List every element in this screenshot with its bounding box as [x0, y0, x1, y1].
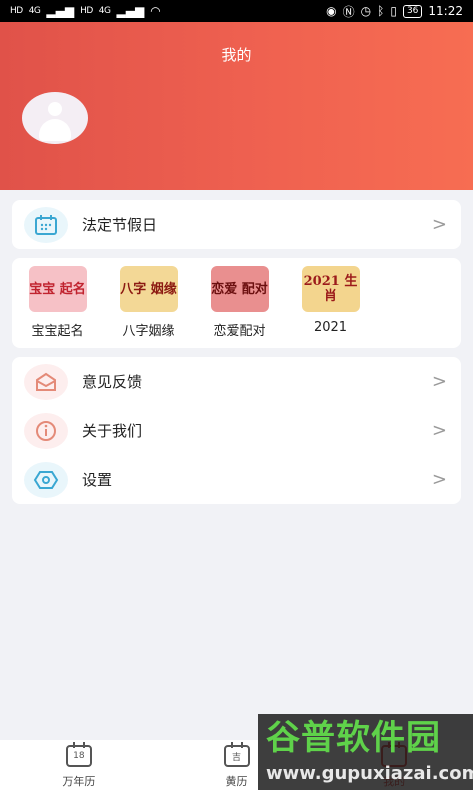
sim1-indicator: HD — [10, 6, 23, 16]
watermark: 谷普软件园 www.gupuxiazai.com — [258, 714, 473, 790]
battery-icon: 36 — [402, 4, 423, 18]
status-bar: HD 4G ▂▄▆ HD 4G ▂▄▆ ◠ ◉ Ⓝ ◷ ᛒ ▯ 36 11:22 — [0, 0, 473, 22]
calendar-tab-icon: 18 — [65, 742, 92, 767]
signal-icon: ▂▄▆ — [46, 4, 75, 18]
baby-naming-image: 宝宝 起名 — [28, 266, 87, 312]
menu-item-feedback[interactable]: 意见反馈 > — [12, 357, 461, 406]
chevron-right-icon: > — [431, 420, 447, 441]
nfc-icon: Ⓝ — [342, 4, 355, 19]
avatar-body-icon — [39, 119, 71, 141]
signal-icon: ▂▄▆ — [116, 4, 145, 18]
wifi-icon: ◠ — [150, 4, 161, 18]
tab-calendar[interactable]: 18 万年历 — [0, 740, 158, 790]
menu-item-about[interactable]: 关于我们 > — [12, 406, 461, 455]
holiday-card: 法定节假日 > — [12, 200, 461, 249]
bazi-marriage-image: 八字 姻缘 — [119, 266, 178, 312]
feature-bazi-marriage[interactable]: 八字 姻缘 八字姻缘 — [103, 266, 194, 348]
network-type-1: 4G — [28, 6, 41, 16]
mail-icon — [24, 363, 68, 400]
chevron-right-icon: > — [431, 469, 447, 490]
feature-grid: 宝宝 起名 宝宝起名 八字 姻缘 八字姻缘 恋爱 配对 恋爱配对 2021 生肖… — [12, 258, 461, 348]
avatar[interactable] — [22, 92, 88, 144]
sim2-indicator: HD — [80, 6, 93, 16]
holiday-label: 法定节假日 — [82, 216, 158, 234]
chevron-right-icon: > — [431, 371, 447, 392]
chevron-right-icon: > — [431, 214, 447, 235]
tab-label: 万年历 — [62, 775, 96, 788]
calendar-icon — [24, 206, 68, 243]
settings-icon — [24, 461, 68, 498]
menu-item-label: 意见反馈 — [82, 373, 143, 391]
alarm-icon: ◷ — [360, 4, 372, 18]
page-title: 我的 — [221, 46, 252, 64]
menu-item-settings[interactable]: 设置 > — [12, 455, 461, 504]
year-2021-image: 2021 生肖 — [301, 266, 360, 312]
info-icon — [24, 412, 68, 449]
menu-card: 意见反馈 > 关于我们 > 设置 > — [12, 357, 461, 504]
love-match-image: 恋爱 配对 — [210, 266, 269, 312]
feature-label: 宝宝起名 — [31, 324, 84, 339]
avatar-head-icon — [48, 102, 62, 116]
network-type-2: 4G — [98, 6, 111, 16]
feature-label: 恋爱配对 — [213, 324, 266, 339]
profile-header: 我的 — [0, 22, 473, 190]
vibrate-icon: ▯ — [390, 4, 397, 18]
feature-2021[interactable]: 2021 生肖 2021 — [285, 266, 376, 348]
almanac-tab-icon: 吉 — [223, 742, 250, 767]
feature-label: 2021 — [313, 320, 348, 335]
clock-time: 11:22 — [428, 4, 463, 18]
features-card: 宝宝 起名 宝宝起名 八字 姻缘 八字姻缘 恋爱 配对 恋爱配对 2021 生肖… — [12, 258, 461, 348]
watermark-url: www.gupuxiazai.com — [266, 763, 473, 784]
feature-baby-naming[interactable]: 宝宝 起名 宝宝起名 — [12, 266, 103, 348]
watermark-logo-text: 谷普软件园 — [266, 718, 441, 758]
feature-love-match[interactable]: 恋爱 配对 恋爱配对 — [194, 266, 285, 348]
holiday-row[interactable]: 法定节假日 > — [12, 200, 461, 249]
bluetooth-icon: ᛒ — [377, 4, 385, 18]
eye-icon: ◉ — [326, 4, 337, 18]
menu-item-label: 关于我们 — [82, 422, 143, 440]
menu-item-label: 设置 — [82, 471, 113, 489]
tab-label: 黄历 — [225, 775, 248, 788]
feature-label: 八字姻缘 — [122, 324, 175, 339]
